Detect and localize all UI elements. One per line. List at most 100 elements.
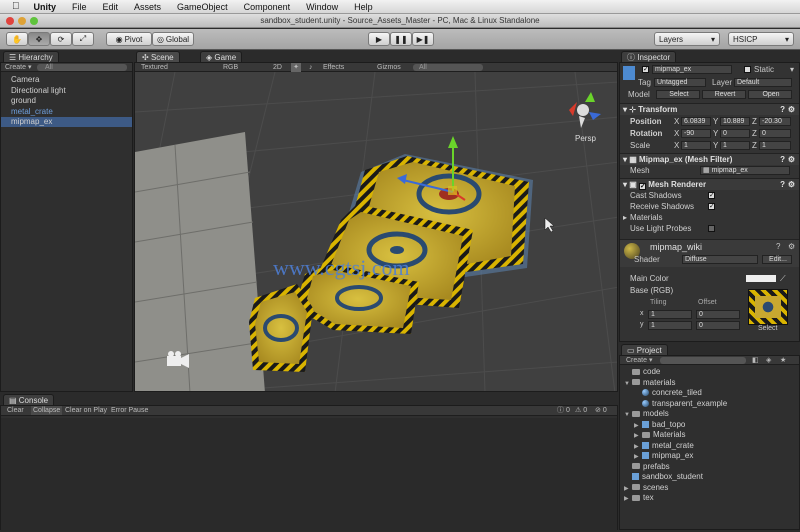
pivot-toggle[interactable]: ◉ Pivot <box>106 32 152 46</box>
global-toggle[interactable]: ◎ Global <box>152 32 194 46</box>
scale-y-field[interactable]: 1 <box>720 141 750 150</box>
gear-icon[interactable]: ⚙ <box>788 242 795 251</box>
project-item[interactable]: ▶ bad_topo <box>620 420 799 430</box>
step-button[interactable]: ▶❚ <box>412 32 434 46</box>
static-checkbox[interactable] <box>744 66 751 73</box>
close-window-icon[interactable] <box>6 17 14 25</box>
layout-dropdown[interactable]: HSICP ▾ <box>728 32 794 46</box>
filter-by-type-icon[interactable]: ◧ <box>752 356 759 365</box>
scale-x-field[interactable]: 1 <box>681 141 711 150</box>
texture-thumbnail[interactable] <box>748 289 788 325</box>
tab-game[interactable]: ◈ Game <box>200 51 243 62</box>
project-item[interactable]: sandbox_student <box>620 472 799 482</box>
menu-edit[interactable]: Edit <box>95 2 127 12</box>
model-open-button[interactable]: Open <box>748 90 792 99</box>
hierarchy-item[interactable]: metal_crate <box>1 107 132 117</box>
menu-component[interactable]: Component <box>236 2 299 12</box>
project-item[interactable]: ▶ tex <box>620 493 799 503</box>
position-x-field[interactable]: 6.0839 <box>681 117 711 126</box>
menu-assets[interactable]: Assets <box>126 2 169 12</box>
active-checkbox[interactable]: ✓ <box>642 66 649 73</box>
menu-window[interactable]: Window <box>298 2 346 12</box>
model-select-button[interactable]: Select <box>656 90 700 99</box>
project-create-button[interactable]: Create <box>620 357 647 364</box>
scale-tool-button[interactable]: ⤢ <box>72 32 94 46</box>
shader-dropdown[interactable]: Diffuse <box>682 255 758 264</box>
persp-label[interactable]: Persp <box>575 134 596 143</box>
gizmos-dropdown[interactable]: Gizmos <box>377 63 401 72</box>
scale-z-field[interactable]: 1 <box>759 141 791 150</box>
console-error-pause-toggle[interactable]: Error Pause <box>111 406 148 415</box>
expand-arrow-icon[interactable]: ▶ <box>634 442 642 452</box>
hierarchy-item[interactable]: mipmap_ex <box>1 117 132 127</box>
minimize-window-icon[interactable] <box>18 17 26 25</box>
filter-by-label-icon[interactable]: ◈ <box>766 356 771 365</box>
object-name-field[interactable]: mipmap_ex <box>652 65 732 74</box>
console-warning-count[interactable]: ⚠ 0 <box>575 406 587 415</box>
project-item[interactable]: ▼ models <box>620 409 799 419</box>
scene-search-input[interactable]: All <box>413 64 483 71</box>
project-search-input[interactable] <box>660 357 746 364</box>
lighting-toggle-icon[interactable]: ✦ <box>291 63 301 72</box>
expand-arrow-icon[interactable]: ▶ <box>634 421 642 431</box>
menu-file[interactable]: File <box>64 2 95 12</box>
tiling-x-field[interactable]: 1 <box>648 310 692 319</box>
cast-shadows-checkbox[interactable]: ✓ <box>708 192 715 199</box>
project-item[interactable]: code <box>620 367 799 377</box>
menu-app-name[interactable]: Unity <box>26 2 65 12</box>
rotation-z-field[interactable]: 0 <box>759 129 791 138</box>
layer-dropdown[interactable]: Default <box>734 78 792 87</box>
texture-select-button[interactable]: Select <box>758 325 777 332</box>
project-item[interactable]: transparent_example <box>620 399 799 409</box>
menu-gameobject[interactable]: GameObject <box>169 2 236 12</box>
tiling-y-field[interactable]: 1 <box>648 321 692 330</box>
scene-viewport[interactable]: www.cgtsj.com Persp <box>135 72 618 392</box>
chevron-down-icon[interactable]: ▾ <box>790 65 794 74</box>
position-z-field[interactable]: -20.30 <box>759 117 791 126</box>
tab-console[interactable]: ▤ Console <box>3 394 55 405</box>
rotation-x-field[interactable]: -90 <box>681 129 711 138</box>
project-item[interactable]: concrete_tiled <box>620 388 799 398</box>
offset-y-field[interactable]: 0 <box>696 321 740 330</box>
expand-arrow-icon[interactable]: ▶ <box>624 484 632 494</box>
console-error-count[interactable]: ⊘ 0 <box>595 406 607 415</box>
console-info-count[interactable]: ⓘ 0 <box>557 406 570 415</box>
scene-view[interactable]: Textured RGB 2D ✦ ♪ Effects Gizmos All w… <box>134 62 618 392</box>
2d-toggle[interactable]: 2D <box>273 63 282 72</box>
expand-arrow-icon[interactable]: ▶ <box>634 452 642 462</box>
move-tool-button[interactable]: ✥ <box>28 32 50 46</box>
eyedropper-icon[interactable]: ⟋ <box>780 273 786 284</box>
expand-arrow-icon[interactable]: ▶ <box>624 494 632 504</box>
audio-icon[interactable]: ♪ <box>309 63 313 72</box>
mesh-filter-header[interactable]: ▾ ▦ Mipmap_ex (Mesh Filter)? ⚙ <box>620 153 799 165</box>
project-item[interactable]: ▼ materials <box>620 378 799 388</box>
hierarchy-search-input[interactable]: All <box>37 64 127 71</box>
tab-hierarchy[interactable]: ☰ Hierarchy <box>3 51 59 62</box>
apple-icon[interactable]:  <box>0 1 26 12</box>
effects-dropdown[interactable]: Effects <box>323 63 344 72</box>
main-color-swatch[interactable] <box>746 275 776 282</box>
gear-icon[interactable]: ⚙ <box>788 104 795 116</box>
play-button[interactable]: ▶ <box>368 32 390 46</box>
offset-x-field[interactable]: 0 <box>696 310 740 319</box>
favorite-icon[interactable]: ★ <box>780 356 786 365</box>
layers-dropdown[interactable]: Layers ▾ <box>654 32 720 46</box>
shading-mode-dropdown[interactable]: Textured <box>141 63 168 72</box>
render-mode-dropdown[interactable]: RGB <box>223 63 238 72</box>
pause-button[interactable]: ❚❚ <box>390 32 412 46</box>
position-y-field[interactable]: 10.889 <box>720 117 750 126</box>
mesh-renderer-header[interactable]: ▾ ▣ ✓ Mesh Renderer? ⚙ <box>620 178 799 190</box>
expand-arrow-icon[interactable]: ▼ <box>624 379 632 389</box>
help-icon[interactable]: ? <box>776 242 780 251</box>
hierarchy-item[interactable]: ground <box>1 96 132 106</box>
project-item[interactable]: ▶ metal_crate <box>620 441 799 451</box>
console-clear-on-play-toggle[interactable]: Clear on Play <box>65 406 107 415</box>
mesh-field[interactable]: ▦ mipmap_ex <box>700 166 790 175</box>
shader-edit-button[interactable]: Edit... <box>762 255 792 264</box>
zoom-window-icon[interactable] <box>30 17 38 25</box>
project-item[interactable]: prefabs <box>620 462 799 472</box>
help-icon[interactable]: ? <box>780 104 785 116</box>
tab-inspector[interactable]: ⓘ Inspector <box>621 51 677 62</box>
receive-shadows-checkbox[interactable]: ✓ <box>708 203 715 210</box>
hand-tool-button[interactable]: ✋ <box>6 32 28 46</box>
